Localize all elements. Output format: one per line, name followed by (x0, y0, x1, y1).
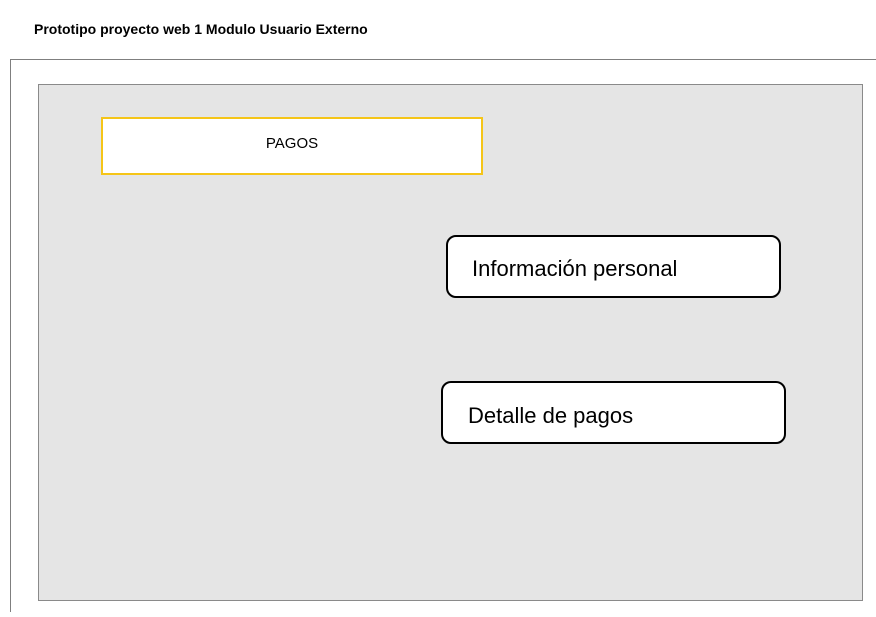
personal-info-button-label: Información personal (472, 256, 678, 281)
header: Prototipo proyecto web 1 Modulo Usuario … (10, 0, 876, 60)
payment-details-button[interactable]: Detalle de pagos (441, 381, 786, 444)
page-title: Prototipo proyecto web 1 Modulo Usuario … (34, 21, 368, 37)
section-label: PAGOS (265, 135, 319, 152)
personal-info-button[interactable]: Información personal (446, 235, 781, 298)
payment-details-button-label: Detalle de pagos (468, 403, 634, 428)
section-header-pagos: PAGOS (101, 117, 483, 175)
frame-left-border (10, 0, 11, 612)
